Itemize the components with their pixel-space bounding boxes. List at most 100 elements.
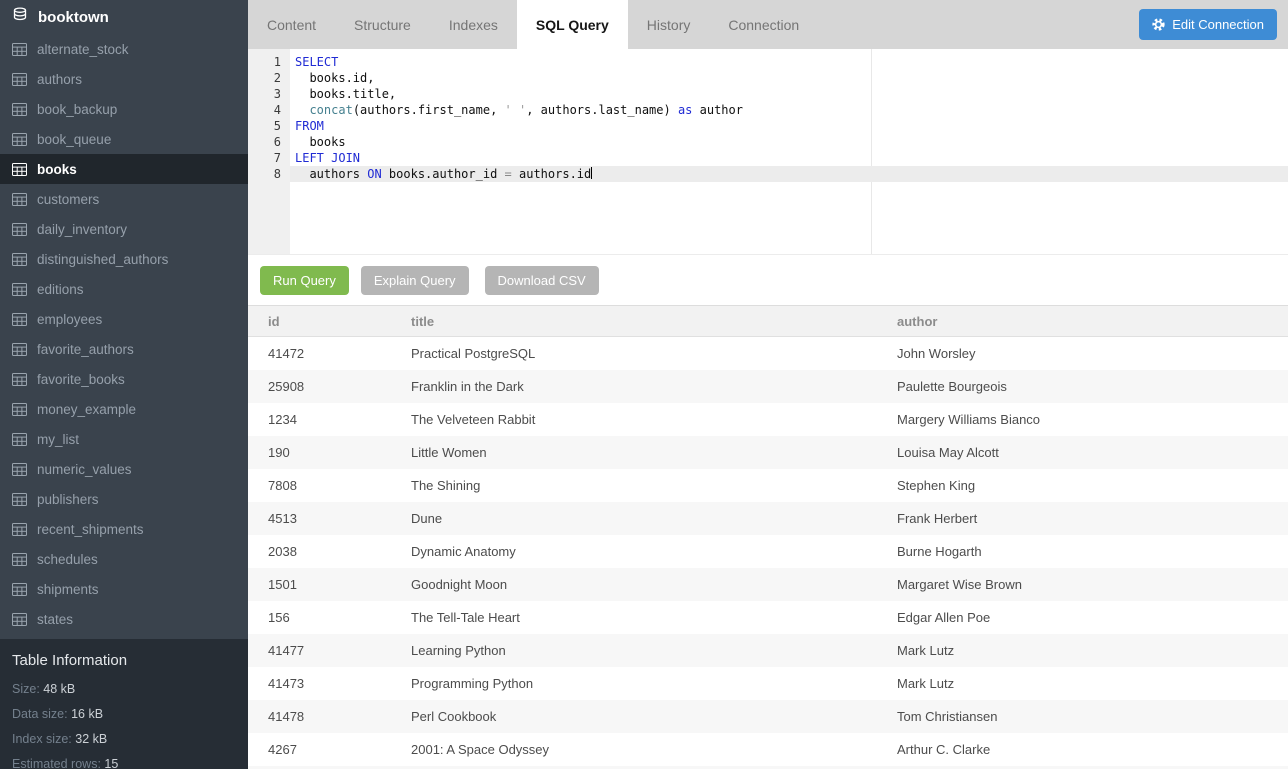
sidebar-item-recent_shipments[interactable]: recent_shipments bbox=[0, 514, 248, 544]
table-name: recent_shipments bbox=[37, 522, 144, 537]
table-row[interactable]: 156The Tell-Tale HeartEdgar Allen Poe bbox=[248, 601, 1288, 634]
database-selector[interactable]: booktown bbox=[0, 0, 248, 34]
table-row[interactable]: 2038Dynamic AnatomyBurne Hogarth bbox=[248, 535, 1288, 568]
cell-title: Dune bbox=[411, 511, 897, 526]
explain-query-button[interactable]: Explain Query bbox=[361, 266, 469, 295]
table-name: editions bbox=[37, 282, 84, 297]
tab-history[interactable]: History bbox=[628, 0, 710, 49]
table-name: daily_inventory bbox=[37, 222, 127, 237]
pgweb-app: booktown alternate_stockauthorsbook_back… bbox=[0, 0, 1288, 769]
table-row[interactable]: 41472Practical PostgreSQLJohn Worsley bbox=[248, 337, 1288, 370]
table-icon bbox=[12, 43, 27, 56]
table-name: books bbox=[37, 162, 77, 177]
sidebar-item-schedules[interactable]: schedules bbox=[0, 544, 248, 574]
cell-title: Little Women bbox=[411, 445, 897, 460]
table-row[interactable]: 41478Perl CookbookTom Christiansen bbox=[248, 700, 1288, 733]
cell-id: 156 bbox=[268, 610, 411, 625]
sidebar-item-my_list[interactable]: my_list bbox=[0, 424, 248, 454]
sidebar-item-states[interactable]: states bbox=[0, 604, 248, 634]
cell-title: Goodnight Moon bbox=[411, 577, 897, 592]
code-line-3: books.title, bbox=[290, 86, 1288, 102]
line-number: 7 bbox=[248, 150, 281, 166]
column-header-title[interactable]: title bbox=[411, 314, 897, 329]
info-value: 48 kB bbox=[43, 682, 75, 696]
sidebar-item-daily_inventory[interactable]: daily_inventory bbox=[0, 214, 248, 244]
table-info-row: Estimated rows: 15 bbox=[12, 757, 236, 769]
results-header-row: idtitleauthor bbox=[248, 306, 1288, 337]
query-actions: Run Query Explain Query Download CSV bbox=[248, 255, 1288, 306]
cell-title: The Velveteen Rabbit bbox=[411, 412, 897, 427]
cell-id: 41478 bbox=[268, 709, 411, 724]
table-icon bbox=[12, 283, 27, 296]
table-info-row: Data size: 16 kB bbox=[12, 707, 236, 721]
sql-code-area[interactable]: SELECT books.id, books.title, concat(aut… bbox=[290, 49, 1288, 254]
table-row[interactable]: 1234The Velveteen RabbitMargery Williams… bbox=[248, 403, 1288, 436]
table-icon bbox=[12, 553, 27, 566]
line-number: 6 bbox=[248, 134, 281, 150]
tab-indexes[interactable]: Indexes bbox=[430, 0, 517, 49]
editor-line-numbers: 12345678 bbox=[248, 49, 290, 254]
table-icon bbox=[12, 103, 27, 116]
table-row[interactable]: 25908Franklin in the DarkPaulette Bourge… bbox=[248, 370, 1288, 403]
table-name: employees bbox=[37, 312, 102, 327]
tab-connection[interactable]: Connection bbox=[709, 0, 818, 49]
table-icon bbox=[12, 373, 27, 386]
table-icon bbox=[12, 193, 27, 206]
sidebar-item-authors[interactable]: authors bbox=[0, 64, 248, 94]
results-table: idtitleauthor 41472Practical PostgreSQLJ… bbox=[248, 306, 1288, 769]
sidebar-item-favorite_books[interactable]: favorite_books bbox=[0, 364, 248, 394]
table-row[interactable]: 41477Learning PythonMark Lutz bbox=[248, 634, 1288, 667]
sidebar-item-editions[interactable]: editions bbox=[0, 274, 248, 304]
sidebar-item-shipments[interactable]: shipments bbox=[0, 574, 248, 604]
sidebar-item-alternate_stock[interactable]: alternate_stock bbox=[0, 34, 248, 64]
column-header-id[interactable]: id bbox=[268, 314, 411, 329]
line-number: 2 bbox=[248, 70, 281, 86]
sidebar-item-favorite_authors[interactable]: favorite_authors bbox=[0, 334, 248, 364]
sidebar-item-money_example[interactable]: money_example bbox=[0, 394, 248, 424]
sidebar-item-distinguished_authors[interactable]: distinguished_authors bbox=[0, 244, 248, 274]
cell-title: Perl Cookbook bbox=[411, 709, 897, 724]
table-row[interactable]: 1501Goodnight MoonMargaret Wise Brown bbox=[248, 568, 1288, 601]
cell-author: Paulette Bourgeois bbox=[897, 379, 1288, 394]
cell-id: 41473 bbox=[268, 676, 411, 691]
sidebar-item-customers[interactable]: customers bbox=[0, 184, 248, 214]
sidebar-item-employees[interactable]: employees bbox=[0, 304, 248, 334]
tab-content[interactable]: Content bbox=[248, 0, 335, 49]
edit-connection-button[interactable]: Edit Connection bbox=[1139, 9, 1277, 40]
table-info-row: Index size: 32 kB bbox=[12, 732, 236, 746]
info-label: Estimated rows: bbox=[12, 757, 101, 769]
tab-structure[interactable]: Structure bbox=[335, 0, 430, 49]
download-csv-button[interactable]: Download CSV bbox=[485, 266, 599, 295]
table-icon bbox=[12, 583, 27, 596]
line-number: 3 bbox=[248, 86, 281, 102]
table-name: shipments bbox=[37, 582, 99, 597]
cell-title: Learning Python bbox=[411, 643, 897, 658]
table-icon bbox=[12, 313, 27, 326]
table-row[interactable]: 7808The ShiningStephen King bbox=[248, 469, 1288, 502]
tab-bar: ContentStructureIndexesSQL QueryHistoryC… bbox=[248, 0, 1288, 49]
table-icon bbox=[12, 163, 27, 176]
table-icon bbox=[12, 493, 27, 506]
info-value: 32 kB bbox=[75, 732, 107, 746]
table-row[interactable]: 41473Programming PythonMark Lutz bbox=[248, 667, 1288, 700]
table-row[interactable]: 4513DuneFrank Herbert bbox=[248, 502, 1288, 535]
table-information-panel: Table Information Size: 48 kBData size: … bbox=[0, 639, 248, 769]
sidebar-item-numeric_values[interactable]: numeric_values bbox=[0, 454, 248, 484]
cell-title: Dynamic Anatomy bbox=[411, 544, 897, 559]
sidebar-item-books[interactable]: books bbox=[0, 154, 248, 184]
sidebar-item-book_queue[interactable]: book_queue bbox=[0, 124, 248, 154]
table-icon bbox=[12, 403, 27, 416]
run-query-button[interactable]: Run Query bbox=[260, 266, 349, 295]
table-row[interactable]: 190Little WomenLouisa May Alcott bbox=[248, 436, 1288, 469]
table-information-rows: Size: 48 kBData size: 16 kBIndex size: 3… bbox=[12, 682, 236, 769]
cell-id: 25908 bbox=[268, 379, 411, 394]
tab-sql-query[interactable]: SQL Query bbox=[517, 0, 628, 49]
table-name: customers bbox=[37, 192, 99, 207]
sidebar-item-publishers[interactable]: publishers bbox=[0, 484, 248, 514]
column-header-author[interactable]: author bbox=[897, 314, 1288, 329]
sidebar-item-book_backup[interactable]: book_backup bbox=[0, 94, 248, 124]
table-icon bbox=[12, 223, 27, 236]
table-row[interactable]: 42672001: A Space OdysseyArthur C. Clark… bbox=[248, 733, 1288, 766]
cell-author: Frank Herbert bbox=[897, 511, 1288, 526]
table-icon bbox=[12, 253, 27, 266]
